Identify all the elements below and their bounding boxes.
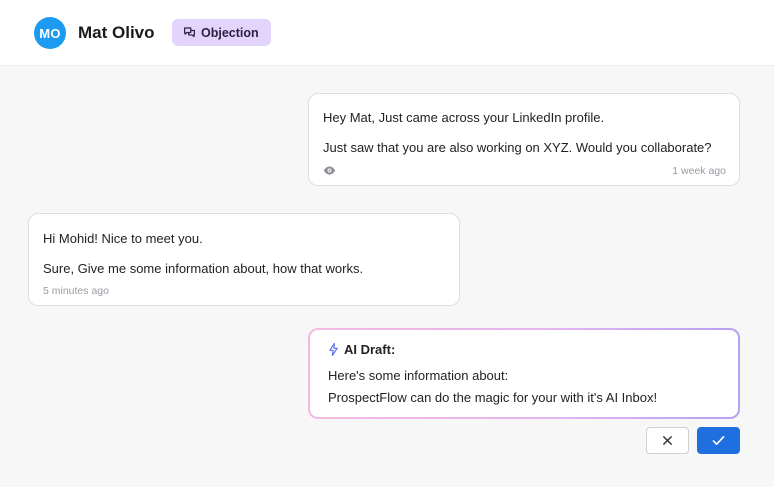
message-line: Just saw that you are also working on XY… <box>323 140 712 155</box>
check-icon <box>712 436 725 445</box>
ai-draft-header: AI Draft: <box>328 342 395 357</box>
ai-draft-content[interactable]: AI Draft: Here's some information about:… <box>310 330 738 417</box>
close-icon <box>663 436 672 445</box>
message-line: Sure, Give me some information about, ho… <box>43 261 364 276</box>
lightning-icon <box>329 343 338 356</box>
avatar[interactable]: MO <box>34 17 66 49</box>
ai-draft-line: ProspectFlow can do the magic for your w… <box>328 390 658 405</box>
chat-bubbles-icon <box>184 27 195 38</box>
discard-draft-button[interactable] <box>646 427 689 454</box>
ai-draft-label: AI Draft: <box>344 342 396 357</box>
objection-tag[interactable]: Objection <box>172 19 271 46</box>
message-outgoing: Hey Mat, Just came across your LinkedIn … <box>308 93 740 186</box>
accept-draft-button[interactable] <box>697 427 740 454</box>
message-line: Hey Mat, Just came across your LinkedIn … <box>323 110 605 125</box>
contact-name[interactable]: Mat Olivo <box>78 23 155 43</box>
message-timestamp: 5 minutes ago <box>43 285 109 297</box>
ai-draft-line: Here's some information about: <box>328 368 509 383</box>
ai-draft-box[interactable]: AI Draft: Here's some information about:… <box>308 328 740 419</box>
eye-icon <box>323 166 336 175</box>
message-timestamp: 1 week ago <box>672 165 726 177</box>
tag-label: Objection <box>201 25 259 40</box>
message-line: Hi Mohid! Nice to meet you. <box>43 231 203 246</box>
conversation-header: MO Mat Olivo Objection <box>0 0 774 66</box>
message-incoming: Hi Mohid! Nice to meet you. Sure, Give m… <box>28 213 460 306</box>
avatar-initials: MO <box>39 25 61 41</box>
